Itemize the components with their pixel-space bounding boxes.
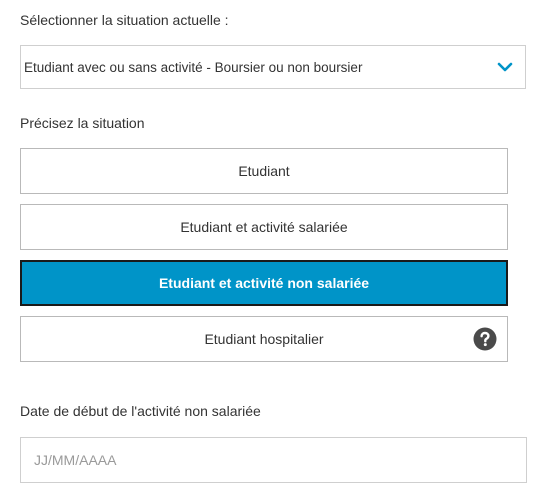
situation-label: Sélectionner la situation actuelle : xyxy=(20,12,229,28)
details-label: Précisez la situation xyxy=(20,115,145,131)
option-label: Etudiant xyxy=(238,163,290,179)
chevron-down-icon xyxy=(497,59,513,75)
start-date-input[interactable] xyxy=(20,437,527,483)
option-label: Etudiant hospitalier xyxy=(204,331,324,347)
option-etudiant-activite-salariee[interactable]: Etudiant et activité salariée xyxy=(20,204,508,250)
situation-select[interactable]: Etudiant avec ou sans activité - Boursie… xyxy=(20,45,526,89)
option-etudiant[interactable]: Etudiant xyxy=(20,148,508,194)
option-etudiant-hospitalier[interactable]: Etudiant hospitalier xyxy=(20,316,508,362)
situation-select-value: Etudiant avec ou sans activité - Boursie… xyxy=(24,60,363,75)
option-label: Etudiant et activité non salariée xyxy=(158,275,370,291)
start-date-label: Date de début de l'activité non salariée xyxy=(20,403,261,419)
option-etudiant-activite-non-salariee[interactable]: Etudiant et activité non salariée xyxy=(20,260,508,306)
question-circle-icon[interactable] xyxy=(473,327,497,351)
option-label: Etudiant et activité salariée xyxy=(180,219,348,235)
